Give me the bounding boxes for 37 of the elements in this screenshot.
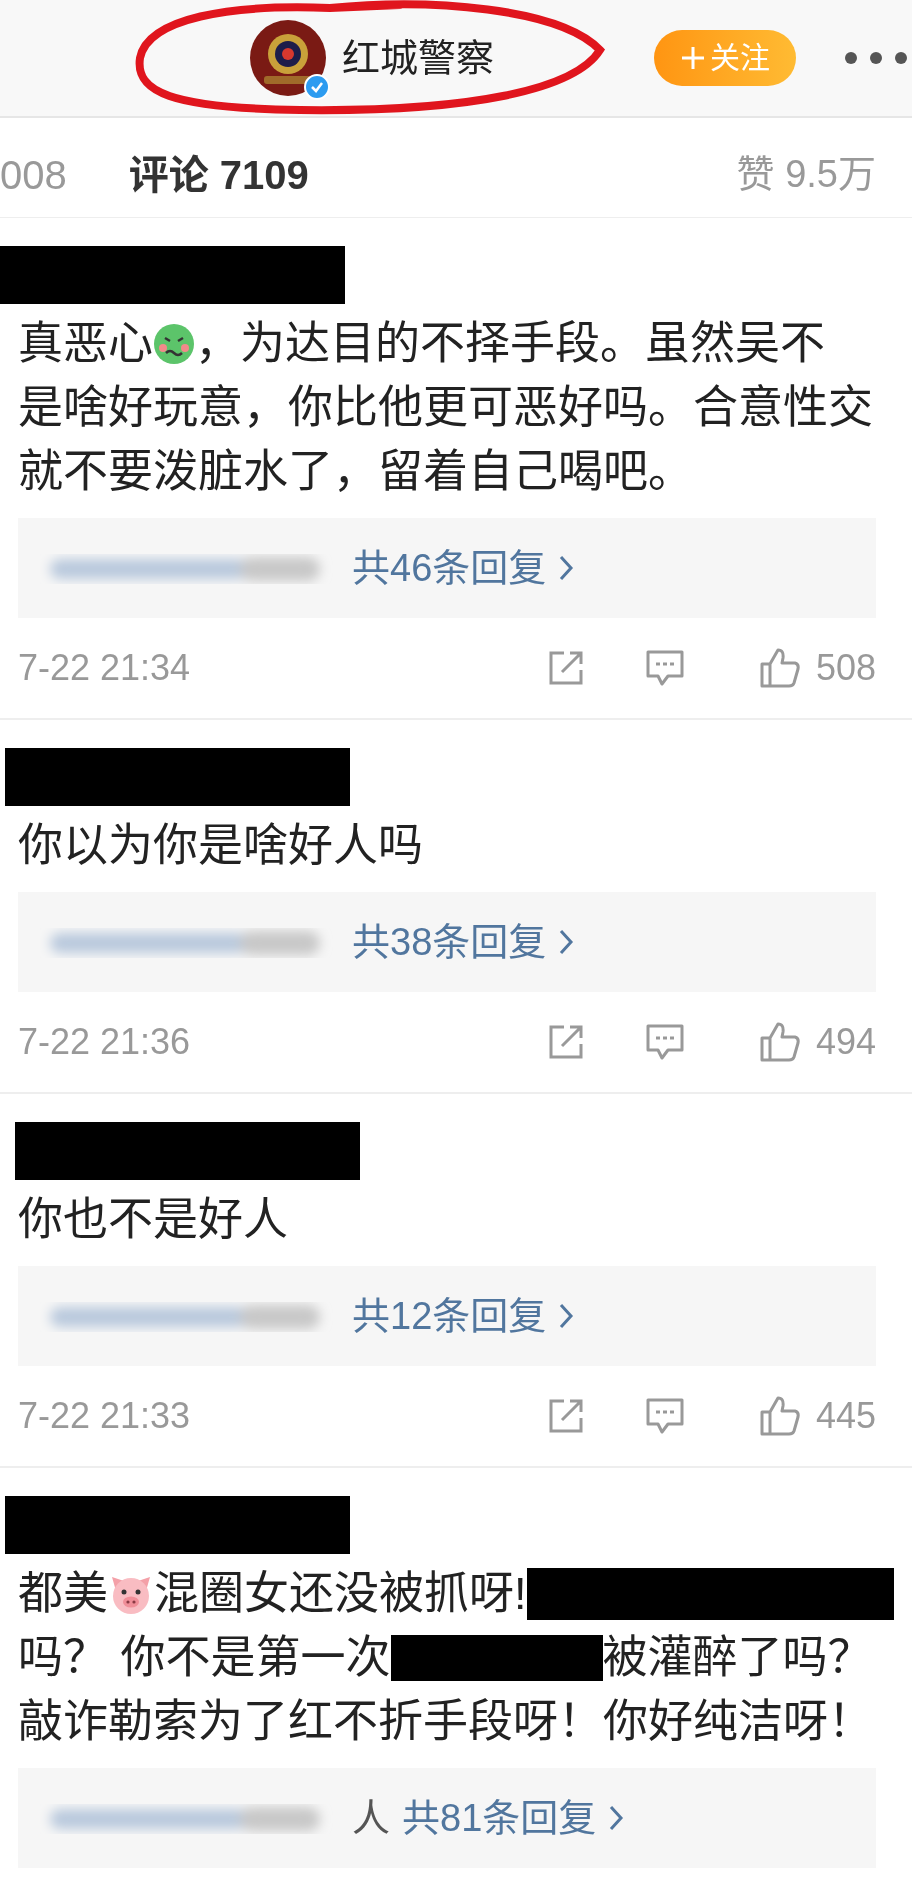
timestamp: 7-22 21:36 [18, 1020, 191, 1064]
reply-count: 共38条回复 [352, 919, 547, 965]
likes-summary: 赞 9.5万 [736, 152, 876, 197]
account-name: 红城警察 [342, 35, 494, 81]
reply-preview[interactable]: 人 共81条回复 [18, 1768, 876, 1868]
comment-text: 你以为你是啥好人吗 [18, 819, 423, 873]
like-count: 445 [815, 1394, 876, 1438]
comment-text: 是啥好玩意，你比他更可恶好吗。合意性交 [18, 381, 873, 435]
comment-text: 被灌醉了吗？ [602, 1631, 873, 1685]
tab[interactable]: 008 [0, 150, 67, 199]
plus-icon [680, 45, 706, 71]
reply-preview[interactable]: 共12条回复 [18, 1266, 876, 1366]
tab[interactable]: 评论 7109 [128, 150, 309, 199]
comment-text: 敲诈勒索为了红不折手段呀！你好纯洁呀！ [18, 1695, 873, 1749]
timestamp: 7-22 21:33 [18, 1394, 191, 1438]
more-icon[interactable] [844, 51, 908, 65]
reply-count: 共12条回复 [352, 1293, 547, 1339]
chevron-icon [558, 1302, 575, 1330]
comment-text: 就不要泼脏水了，留着自己喝吧。 [18, 445, 693, 499]
chevron-icon [608, 1804, 625, 1832]
comment-text: 吗？ 你不是第一次 [18, 1631, 391, 1685]
reply-preview[interactable]: 共38条回复 [18, 892, 876, 992]
reply-preview[interactable]: 共46条回复 [18, 518, 876, 618]
chevron-icon [558, 554, 575, 582]
like-count: 508 [815, 646, 876, 690]
like-count: 494 [815, 1020, 876, 1064]
reply-count: 共81条回复 [402, 1795, 597, 1841]
sick-face-icon [153, 323, 195, 365]
comment-text: 混圈女还没被抓呀! [154, 1567, 527, 1621]
comment-text: ，为达目的不择手段。虽然吴不 [195, 317, 826, 371]
comment-text: 真恶心 [18, 317, 153, 371]
chevron-icon [558, 928, 575, 956]
reply-count: 共46条回复 [352, 545, 547, 591]
timestamp: 7-22 21:34 [18, 646, 191, 690]
comment-text: 你也不是好人 [18, 1193, 288, 1247]
comment-text: 都美 [18, 1567, 108, 1621]
reply-preview-text: 人 [352, 1795, 390, 1841]
